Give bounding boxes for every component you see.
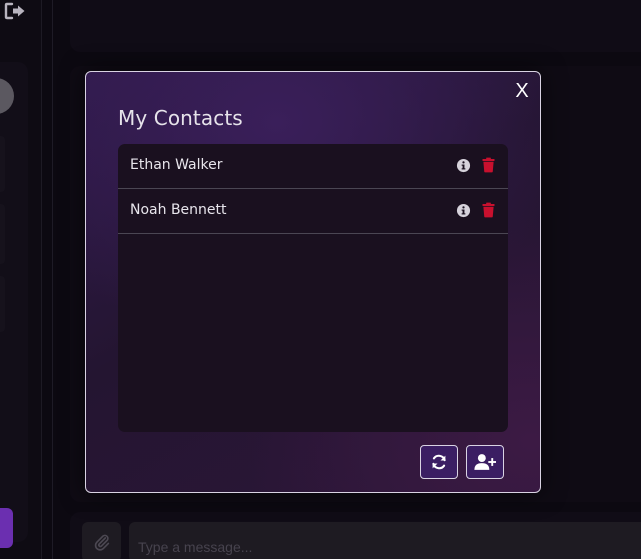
modal-title: My Contacts	[118, 106, 243, 130]
conversation-item[interactable]	[0, 204, 5, 264]
close-button[interactable]: X	[514, 81, 530, 101]
info-icon[interactable]	[456, 203, 471, 218]
contact-list: Ethan Walker Noah Bennett	[118, 144, 508, 432]
conversation-item[interactable]	[0, 276, 5, 332]
contact-name: Ethan Walker	[130, 157, 223, 173]
refresh-icon	[432, 454, 446, 470]
add-contact-button[interactable]	[466, 445, 504, 479]
conversation-item[interactable]	[0, 136, 5, 192]
user-plus-icon	[474, 454, 496, 470]
chat-header	[70, 0, 641, 52]
contacts-modal: X My Contacts Ethan Walker Noah Bennett	[85, 71, 541, 493]
paperclip-icon	[94, 534, 109, 551]
info-icon[interactable]	[456, 158, 471, 173]
contact-row[interactable]: Noah Bennett	[118, 189, 508, 234]
attach-button[interactable]	[82, 522, 121, 559]
new-chat-button[interactable]	[0, 508, 13, 548]
refresh-button[interactable]	[420, 445, 458, 479]
contact-row[interactable]: Ethan Walker	[118, 144, 508, 189]
trash-icon[interactable]	[482, 157, 495, 173]
app-root: X My Contacts Ethan Walker No	[0, 0, 641, 559]
contact-name: Noah Bennett	[130, 202, 227, 218]
logout-icon[interactable]	[3, 1, 27, 21]
trash-icon[interactable]	[482, 202, 495, 218]
rail-divider	[52, 0, 53, 559]
message-input[interactable]	[129, 522, 641, 559]
